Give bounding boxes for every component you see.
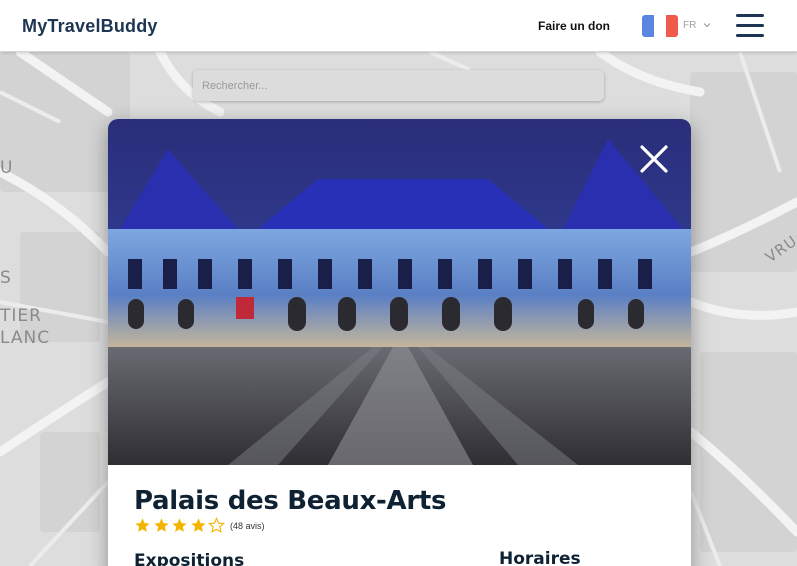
flag-stripe-blue	[642, 15, 654, 37]
language-code[interactable]: FR	[683, 20, 696, 31]
search-input[interactable]	[193, 70, 604, 101]
map-label: S	[0, 268, 12, 288]
star-icon	[208, 517, 225, 534]
menu-bar	[736, 24, 764, 27]
star-icon	[153, 518, 169, 532]
donate-link[interactable]: Faire un don	[538, 19, 610, 33]
map-label: U	[0, 158, 14, 178]
rating-stars	[134, 517, 227, 534]
star-icon	[172, 518, 187, 532]
chevron-down-icon[interactable]	[702, 20, 712, 30]
place-title: Palais des Beaux-Arts	[134, 486, 447, 516]
flag-stripe-red	[666, 15, 678, 37]
menu-bar	[736, 14, 764, 17]
map-label: TIER	[0, 306, 42, 326]
flag-stripe-white	[654, 15, 666, 37]
language-flag[interactable]	[642, 15, 678, 37]
review-count[interactable]: (48 avis)	[230, 521, 265, 531]
section-heading-hours: Horaires	[499, 549, 581, 566]
close-icon[interactable]	[638, 143, 670, 175]
hamburger-menu-icon[interactable]	[736, 14, 764, 38]
place-photo	[108, 119, 691, 465]
section-heading-exhibitions: Expositions	[134, 551, 245, 566]
menu-bar	[736, 34, 764, 37]
top-header: MyTravelBuddy Faire un don FR	[0, 0, 797, 52]
map-label: LANC	[0, 328, 51, 348]
star-icon	[190, 518, 206, 532]
brand-logo[interactable]: MyTravelBuddy	[22, 16, 158, 37]
place-detail-card: Palais des Beaux-Arts (48 avis) Expositi…	[108, 119, 691, 566]
star-icon	[135, 518, 150, 532]
